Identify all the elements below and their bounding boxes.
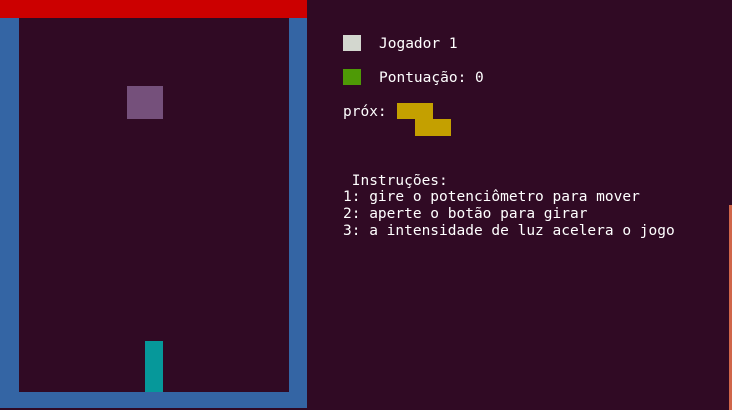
playfield-left-wall [0,18,19,392]
playfield [19,18,289,392]
next-piece-label: próx: [343,104,387,120]
next-piece-cell [397,103,433,119]
playfield-floor [0,392,307,408]
next-piece-cell [415,119,451,136]
instruction-line-1: 1: gire o potenciômetro para mover [343,189,640,205]
player-color-swatch [343,35,361,51]
playfield-right-wall [289,18,307,392]
score-color-swatch [343,69,361,85]
score-label: Pontuação: 0 [379,70,484,86]
instruction-line-2: 2: aperte o botão para girar [343,206,588,222]
falling-piece [127,86,163,119]
player-label: Jogador 1 [379,36,458,52]
instruction-line-3: 3: a intensidade de luz acelera o jogo [343,223,675,239]
playfield-top-bar [0,0,307,18]
landed-piece [145,341,163,392]
game-screen: Jogador 1 Pontuação: 0 próx: Instruções:… [0,0,732,410]
